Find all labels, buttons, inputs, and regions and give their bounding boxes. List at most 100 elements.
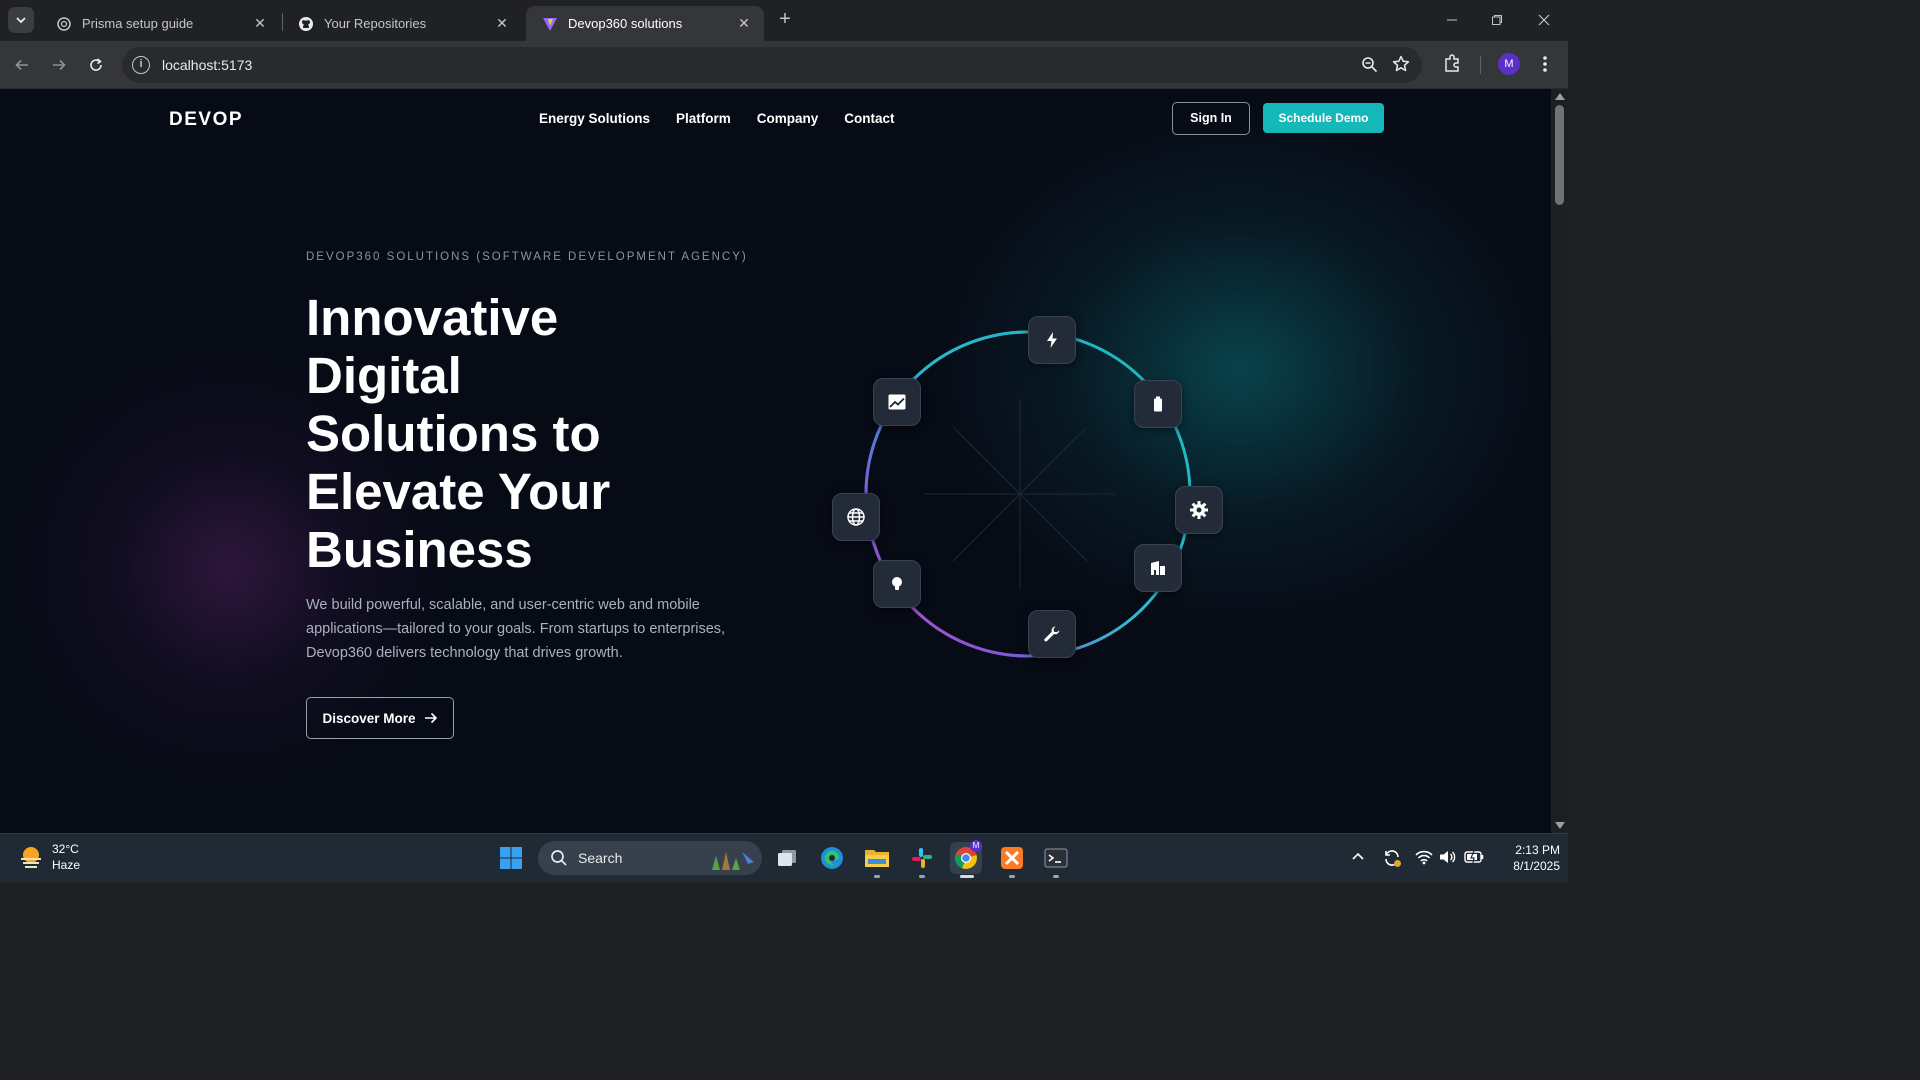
arrow-right-icon (53, 59, 66, 71)
weather-widget[interactable]: 32°C Haze (18, 841, 80, 873)
globe-icon[interactable] (832, 493, 880, 541)
running-indicator (1053, 875, 1059, 878)
browser-toolbar: i localhost:5173 (0, 41, 1568, 89)
battery-charging-icon[interactable] (1464, 849, 1484, 870)
arrow-right-icon (424, 712, 437, 724)
tab-title: Devop360 solutions (568, 16, 683, 31)
close-icon (1538, 14, 1550, 26)
tab-search-button[interactable] (8, 7, 34, 33)
battery-icon[interactable] (1134, 380, 1182, 428)
extensions-icon[interactable] (1443, 53, 1463, 78)
nav-link-energy-solutions[interactable]: Energy Solutions (539, 111, 650, 126)
search-highlight-icon (712, 852, 754, 870)
minimize-icon (1447, 19, 1457, 21)
sync-icon[interactable] (1382, 848, 1402, 873)
headline-line: Business (306, 521, 533, 578)
weather-condition: Haze (52, 858, 81, 872)
running-indicator (874, 875, 880, 878)
site-nav: Energy Solutions Platform Company Contac… (539, 111, 895, 126)
lightbulb-icon[interactable] (873, 560, 921, 608)
reload-icon (90, 58, 102, 71)
wifi-icon[interactable] (1415, 849, 1433, 870)
profile-avatar[interactable]: M (1498, 53, 1520, 75)
hero-eyebrow: DEVOP360 SOLUTIONS (SOFTWARE DEVELOPMENT… (306, 251, 748, 263)
wrench-icon[interactable] (1028, 610, 1076, 658)
vite-icon (542, 16, 558, 32)
search-icon (551, 850, 567, 866)
chrome-icon[interactable]: M (950, 840, 982, 874)
building-icon[interactable] (1134, 544, 1182, 592)
close-icon[interactable]: ✕ (736, 15, 752, 32)
close-window-button[interactable] (1532, 8, 1556, 32)
tab-title: Prisma setup guide (82, 16, 194, 31)
task-view-icon[interactable] (771, 842, 803, 874)
new-tab-button[interactable]: + (774, 8, 796, 30)
nav-link-contact[interactable]: Contact (844, 111, 894, 126)
reload-button[interactable] (84, 53, 108, 77)
chrome-profile-badge: M (970, 840, 982, 852)
tab-title: Your Repositories (324, 16, 427, 31)
menu-icon[interactable] (1537, 54, 1553, 79)
bookmark-star-icon[interactable] (1392, 55, 1410, 78)
windows-start-icon[interactable] (495, 842, 527, 874)
close-icon[interactable]: ✕ (252, 15, 268, 32)
url-text[interactable]: localhost:5173 (162, 57, 252, 73)
system-clock[interactable]: 2:13 PM 8/1/2025 (1490, 842, 1560, 874)
headline-line: Digital (306, 347, 462, 404)
file-explorer-icon[interactable] (861, 842, 893, 874)
hero-headline: Innovative Digital Solutions to Elevate … (306, 289, 766, 579)
schedule-demo-button[interactable]: Schedule Demo (1263, 103, 1384, 133)
slack-icon[interactable] (906, 842, 938, 874)
tab-prisma[interactable]: Prisma setup guide ✕ (40, 6, 280, 41)
scroll-up-arrow-icon[interactable] (1555, 93, 1565, 100)
toolbar-divider (1480, 56, 1481, 74)
tab-devop360[interactable]: Devop360 solutions ✕ (526, 6, 764, 41)
nav-link-platform[interactable]: Platform (676, 111, 731, 126)
terminal-icon[interactable] (1040, 842, 1072, 874)
headline-line: Elevate Your (306, 463, 611, 520)
discover-more-button[interactable]: Discover More (306, 697, 454, 739)
gear-icon[interactable] (1175, 486, 1223, 534)
hero-description: We build powerful, scalable, and user-ce… (306, 597, 726, 661)
tab-repositories[interactable]: Your Repositories ✕ (282, 6, 522, 41)
sign-in-button[interactable]: Sign In (1172, 102, 1250, 135)
clock-time: 2:13 PM (1515, 843, 1560, 857)
zoom-icon[interactable] (1361, 56, 1378, 78)
address-bar[interactable]: i localhost:5173 (122, 47, 1422, 83)
headline-line: Solutions to (306, 405, 601, 462)
restore-icon (1492, 15, 1502, 25)
chevron-down-icon (16, 17, 26, 24)
volume-icon[interactable] (1439, 849, 1457, 870)
nav-link-company[interactable]: Company (757, 111, 819, 126)
github-icon (298, 16, 314, 32)
minimize-button[interactable] (1440, 8, 1464, 32)
page-scrollbar[interactable] (1551, 89, 1568, 833)
site-logo[interactable]: DEVOP (169, 109, 243, 131)
edge-icon[interactable] (816, 842, 848, 874)
haze-sun-icon (21, 847, 41, 868)
search-label: Search (578, 850, 623, 866)
chevron-up-icon[interactable] (1351, 850, 1365, 869)
close-icon[interactable]: ✕ (494, 15, 510, 32)
openai-icon (56, 16, 72, 32)
taskbar-search[interactable]: Search (538, 841, 762, 875)
chart-icon[interactable] (873, 378, 921, 426)
info-icon[interactable]: i (132, 56, 150, 74)
scroll-down-arrow-icon[interactable] (1555, 822, 1565, 829)
active-indicator (960, 875, 974, 878)
page-viewport: DEVOP Energy Solutions Platform Company … (0, 89, 1551, 833)
scrollbar-thumb[interactable] (1555, 105, 1564, 205)
weather-temperature: 32°C (52, 842, 79, 856)
headline-line: Innovative (306, 289, 559, 346)
xampp-icon[interactable] (996, 842, 1028, 874)
back-button[interactable] (10, 53, 34, 77)
running-indicator (1009, 875, 1015, 878)
restore-button[interactable] (1485, 8, 1509, 32)
forward-button[interactable] (47, 53, 71, 77)
arrow-left-icon (15, 59, 28, 71)
windows-taskbar: 32°C Haze Search M 2:13 PM 8/1/2025 (0, 833, 1568, 882)
clock-date: 8/1/2025 (1513, 859, 1560, 873)
running-indicator (919, 875, 925, 878)
bolt-icon[interactable] (1028, 316, 1076, 364)
browser-tab-bar: Prisma setup guide ✕ Your Repositories ✕… (0, 0, 1568, 41)
